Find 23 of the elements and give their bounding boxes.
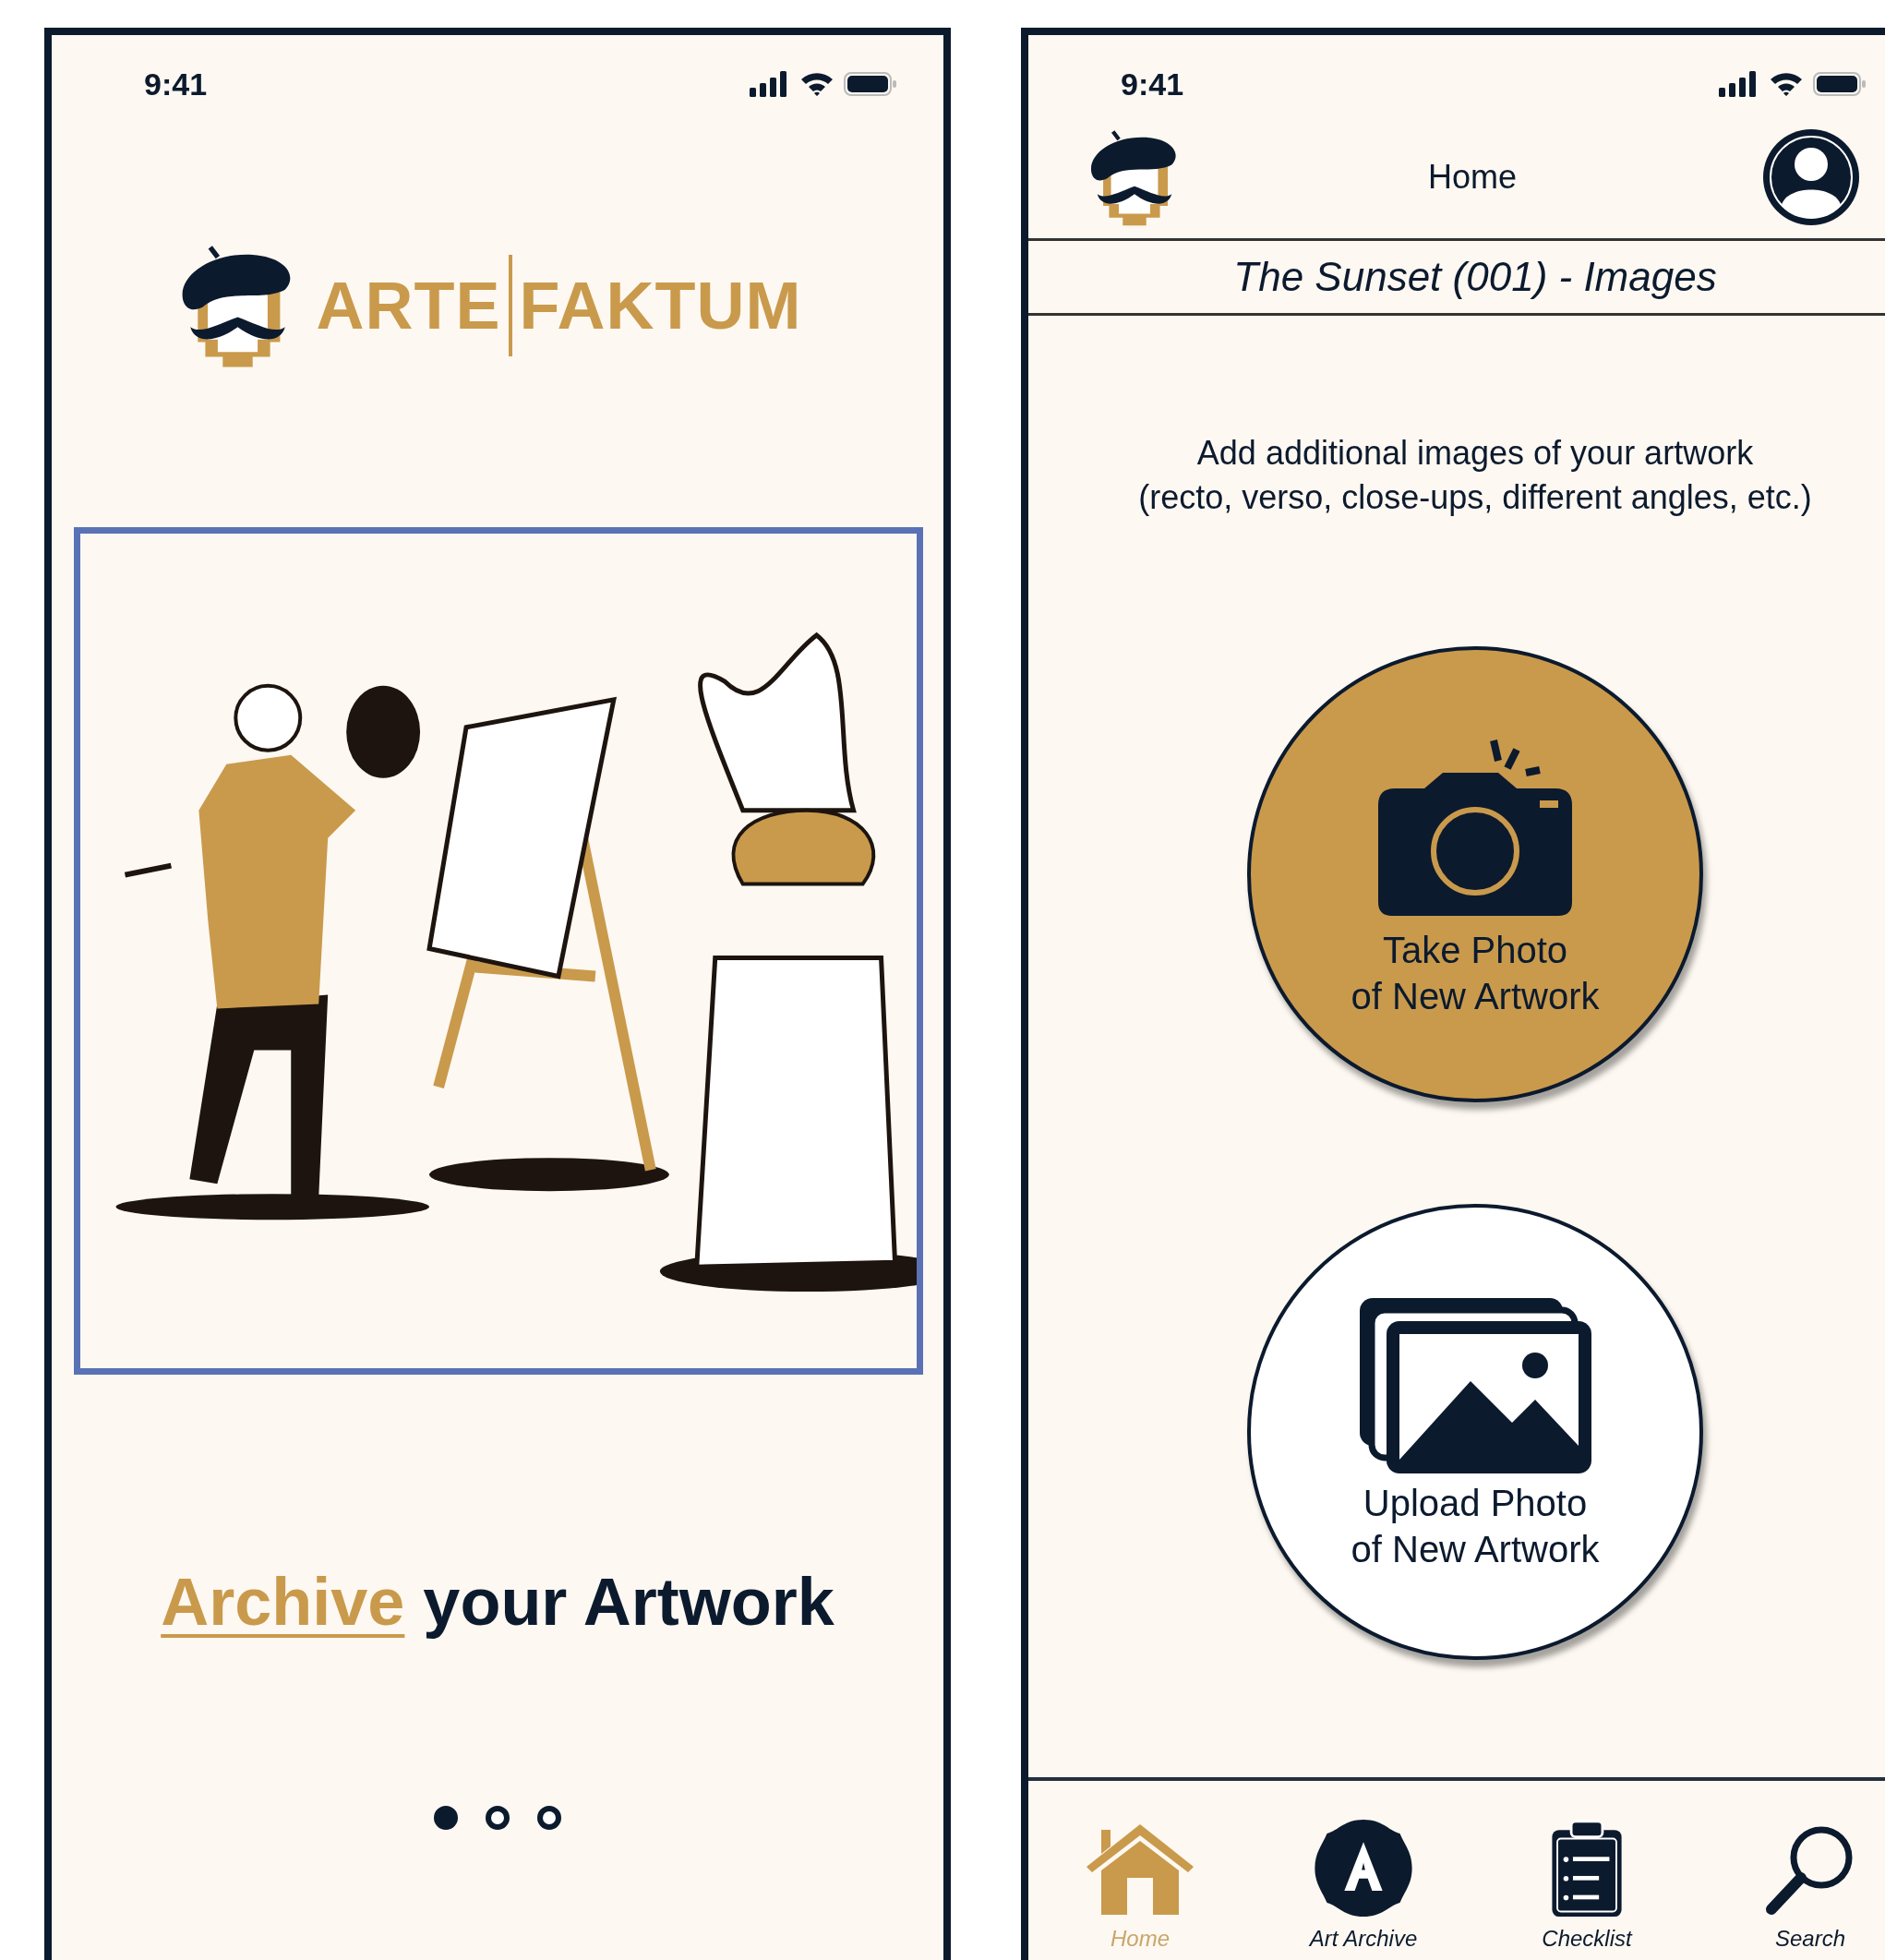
nav-label[interactable]: Search bbox=[1774, 1926, 1845, 1952]
battery-icon bbox=[1813, 71, 1867, 97]
wifi-icon bbox=[799, 71, 834, 97]
headline-text: your Artwork bbox=[423, 1564, 834, 1640]
upload-photo-button[interactable]: Upload Photo of New Artwork bbox=[1247, 1204, 1703, 1660]
profile-icon[interactable] bbox=[1761, 127, 1861, 227]
status-time: 9:41 bbox=[144, 66, 208, 102]
description-text: Add additional images of your artwork bbox=[1196, 434, 1754, 473]
status-time: 9:41 bbox=[1121, 66, 1184, 102]
header-title: Home bbox=[1428, 158, 1517, 197]
page-dot[interactable] bbox=[486, 1806, 510, 1830]
take-photo-button[interactable]: Take Photo of New Artwork bbox=[1247, 646, 1703, 1102]
page-dot[interactable] bbox=[434, 1806, 458, 1830]
nav-label[interactable]: Art Archive bbox=[1309, 1926, 1418, 1952]
headline-highlight: Archive bbox=[161, 1564, 405, 1640]
battery-icon bbox=[844, 71, 897, 97]
nav-label[interactable]: Checklist bbox=[1542, 1926, 1632, 1952]
description-text: (recto, verso, close-ups, different angles, etc.) bbox=[1138, 478, 1812, 517]
wifi-icon bbox=[1769, 71, 1804, 97]
page-dot[interactable] bbox=[537, 1806, 561, 1830]
logo-text: FAKTUM bbox=[519, 268, 802, 343]
logo-text: ARTE bbox=[316, 268, 501, 343]
page-subtitle: The Sunset (001) - Images bbox=[1028, 241, 1885, 316]
